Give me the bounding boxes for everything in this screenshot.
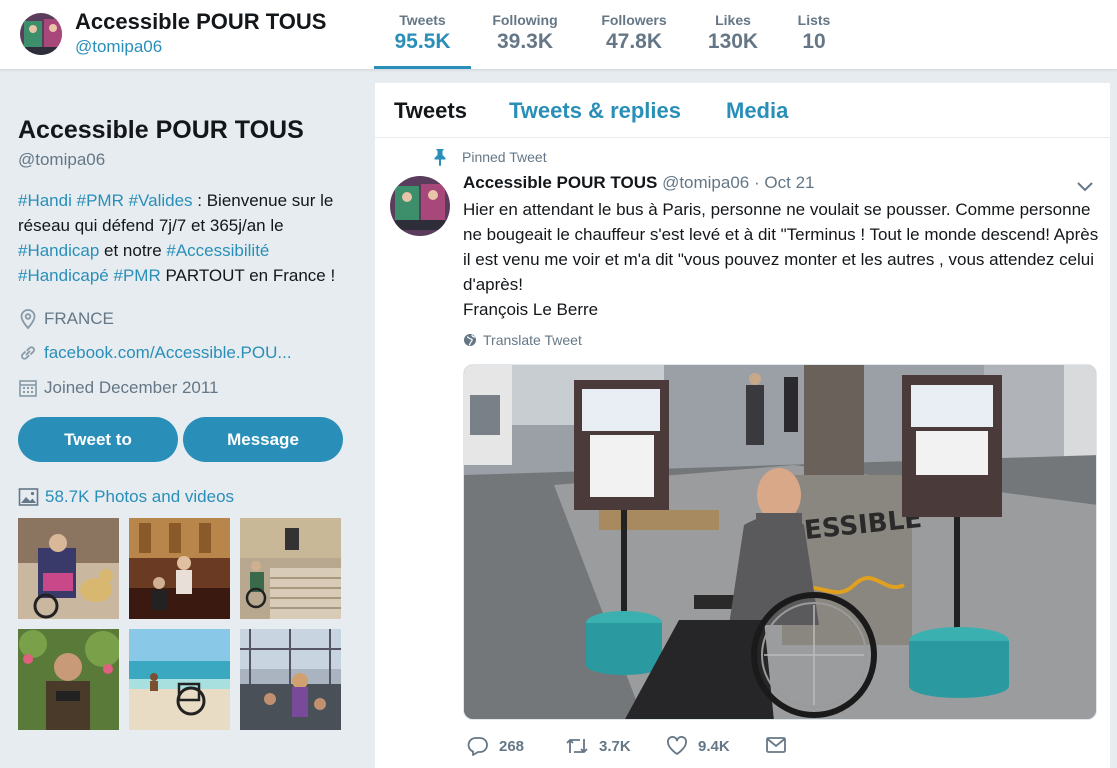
stat-tweets[interactable]: Tweets 95.5K bbox=[374, 0, 471, 69]
profile-website: facebook.com/Accessible.POU... bbox=[18, 343, 292, 363]
profile-name[interactable]: Accessible POUR TOUS bbox=[18, 116, 304, 145]
retweet-icon bbox=[566, 739, 588, 753]
photo-thumbnail[interactable] bbox=[18, 518, 119, 619]
hashtag-link[interactable]: #Handicapé bbox=[18, 266, 109, 285]
calendar-icon bbox=[19, 380, 37, 397]
top-profile-handle[interactable]: @tomipa06 bbox=[75, 37, 162, 57]
stat-likes[interactable]: Likes 130K bbox=[697, 0, 769, 69]
tweet-author-handle[interactable]: @tomipa06 bbox=[662, 173, 749, 192]
photos-videos-link[interactable]: 58.7K Photos and videos bbox=[18, 487, 234, 507]
stat-value: 47.8K bbox=[605, 30, 663, 53]
reply-count: 268 bbox=[499, 737, 525, 755]
stat-followers[interactable]: Followers 47.8K bbox=[588, 0, 680, 69]
photo-thumbnail[interactable] bbox=[129, 629, 230, 730]
hashtag-link[interactable]: #Valides bbox=[129, 191, 193, 210]
caret-down-icon bbox=[1077, 182, 1093, 192]
tweet-header: Accessible POUR TOUS @tomipa06 · Oct 21 bbox=[463, 173, 815, 193]
photos-videos-label: 58.7K Photos and videos bbox=[45, 487, 235, 506]
like-count: 9.4K bbox=[698, 737, 730, 755]
tab-media[interactable]: Media bbox=[726, 98, 788, 124]
reply-icon bbox=[467, 737, 488, 756]
retweet-button[interactable]: 3.7K bbox=[565, 736, 631, 756]
tweet-text-line: François Le Berre bbox=[463, 300, 599, 319]
photo-thumbnail[interactable] bbox=[129, 518, 230, 619]
tweet-text: Hier en attendant le bus à Paris, person… bbox=[463, 197, 1103, 322]
tweet-timestamp[interactable]: Oct 21 bbox=[764, 173, 814, 192]
profile-nav-bar: Accessible POUR TOUS @tomipa06 Tweets 95… bbox=[0, 0, 1117, 70]
profile-handle[interactable]: @tomipa06 bbox=[18, 150, 105, 170]
joined-text: Joined December 2011 bbox=[44, 378, 219, 397]
retweet-count: 3.7K bbox=[599, 737, 631, 755]
tweet-text-line: Hier en attendant le bus à Paris, person… bbox=[463, 200, 1099, 294]
tweet-to-button[interactable]: Tweet to bbox=[18, 417, 178, 462]
stat-label: Following bbox=[492, 12, 558, 28]
tweet-menu-button[interactable] bbox=[1076, 180, 1094, 198]
reply-button[interactable]: 268 bbox=[467, 736, 524, 756]
stat-label: Followers bbox=[601, 12, 667, 28]
translate-tweet-button[interactable]: Translate Tweet bbox=[463, 332, 582, 348]
location-text: FRANCE bbox=[44, 309, 114, 328]
tweet-author-name[interactable]: Accessible POUR TOUS bbox=[463, 173, 657, 192]
profile-joined: Joined December 2011 bbox=[18, 378, 219, 398]
pinned-tweet-label: Pinned Tweet bbox=[432, 148, 547, 166]
top-avatar[interactable] bbox=[18, 11, 64, 57]
tweet-media-image[interactable]: ESSIBLE bbox=[463, 364, 1097, 720]
stat-label: Tweets bbox=[399, 12, 446, 28]
pinned-tweet-text: Pinned Tweet bbox=[462, 149, 547, 165]
mail-icon bbox=[766, 737, 786, 753]
photo-thumbnail[interactable] bbox=[240, 518, 341, 619]
hashtag-link[interactable]: #Handi bbox=[18, 191, 72, 210]
stat-value: 39.3K bbox=[496, 30, 554, 53]
hashtag-link[interactable]: #PMR bbox=[77, 191, 124, 210]
like-button[interactable]: 9.4K bbox=[666, 736, 730, 756]
timeline-tabs: Tweets Tweets & replies Media bbox=[375, 83, 1110, 138]
pin-icon bbox=[434, 149, 446, 166]
tab-tweets-replies[interactable]: Tweets & replies bbox=[509, 98, 681, 124]
hashtag-link[interactable]: #PMR bbox=[113, 266, 160, 285]
stat-value: 130K bbox=[707, 30, 759, 53]
photo-icon bbox=[18, 488, 39, 506]
photo-thumbnail[interactable] bbox=[18, 629, 119, 730]
stat-following[interactable]: Following 39.3K bbox=[478, 0, 572, 69]
top-profile-name[interactable]: Accessible POUR TOUS bbox=[75, 9, 326, 35]
website-link[interactable]: facebook.com/Accessible.POU... bbox=[44, 343, 292, 363]
photo-thumbnail[interactable] bbox=[240, 629, 341, 730]
stat-value: 95.5K bbox=[394, 30, 451, 53]
location-icon bbox=[20, 309, 36, 330]
globe-icon bbox=[464, 334, 476, 346]
profile-location: FRANCE bbox=[18, 308, 114, 330]
stat-value: 10 bbox=[802, 30, 826, 53]
stat-label: Lists bbox=[797, 12, 831, 28]
profile-bio: #Handi #PMR #Valides : Bienvenue sur le … bbox=[18, 188, 358, 288]
message-button[interactable]: Message bbox=[183, 417, 343, 462]
bio-text: et notre bbox=[99, 241, 167, 260]
tab-tweets[interactable]: Tweets bbox=[394, 98, 467, 124]
stat-lists[interactable]: Lists 10 bbox=[790, 0, 838, 69]
heart-icon bbox=[667, 736, 687, 755]
bio-text: PARTOUT en France ! bbox=[160, 266, 336, 285]
hashtag-link[interactable]: #Accessibilité bbox=[166, 241, 269, 260]
translate-tweet-label: Translate Tweet bbox=[483, 332, 582, 348]
direct-message-button[interactable] bbox=[765, 736, 797, 754]
hashtag-link[interactable]: #Handicap bbox=[18, 241, 99, 260]
link-icon bbox=[21, 346, 35, 360]
separator-dot: · bbox=[754, 173, 760, 192]
stat-label: Likes bbox=[715, 12, 751, 28]
tweet-author-avatar[interactable] bbox=[390, 176, 450, 236]
